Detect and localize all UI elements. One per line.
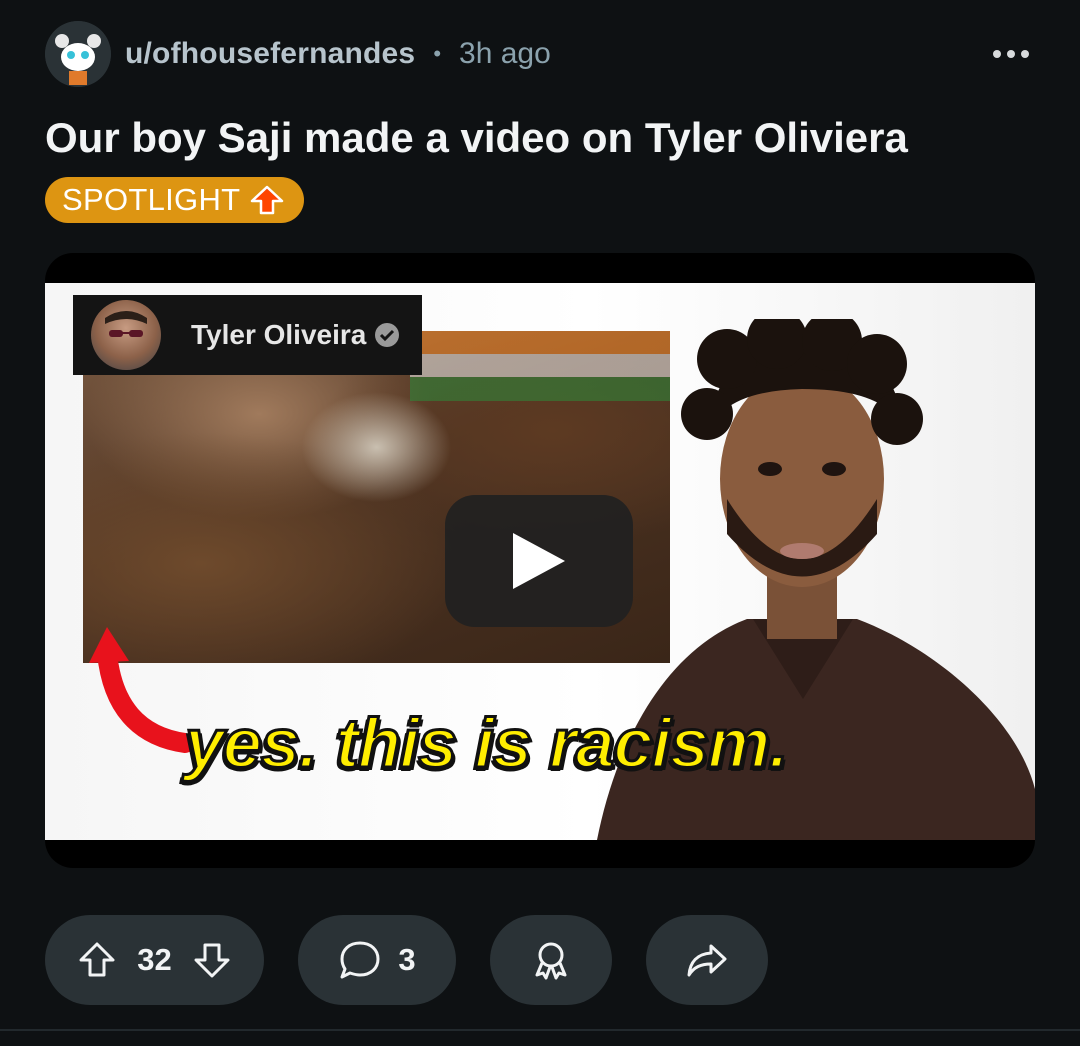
post-timestamp: 3h ago	[459, 37, 551, 70]
flair-label: SPOTLIGHT	[62, 182, 241, 217]
video-embed[interactable]: Tyler Oliveira yes. this is racism.	[45, 253, 1035, 868]
action-bar: 32 3	[45, 915, 768, 1005]
more-options-button[interactable]	[987, 34, 1035, 74]
award-icon	[535, 942, 567, 980]
meta-separator: •	[433, 41, 442, 66]
channel-chip: Tyler Oliveira	[73, 295, 422, 375]
post-header: u/ofhousefernandes • 3h ago	[45, 21, 1035, 87]
comment-count: 3	[398, 942, 416, 977]
vote-control: 32	[45, 915, 264, 1005]
play-icon	[513, 533, 565, 589]
share-button[interactable]	[646, 915, 768, 1005]
vote-count: 32	[137, 942, 172, 977]
verified-check-icon	[375, 323, 400, 347]
upvote-arrow-icon	[251, 185, 284, 215]
channel-avatar	[91, 300, 161, 370]
video-thumbnail[interactable]: Tyler Oliveira yes. this is racism.	[45, 283, 1035, 840]
play-button[interactable]	[445, 495, 633, 627]
share-icon	[687, 944, 727, 977]
downvote-icon	[194, 943, 230, 978]
more-horizontal-icon	[993, 50, 1001, 58]
upvote-icon	[79, 942, 115, 977]
award-button[interactable]	[490, 915, 612, 1005]
thumbnail-caption: yes. this is racism.	[184, 703, 791, 784]
post-flair[interactable]: SPOTLIGHT	[45, 177, 305, 223]
comments-button[interactable]: 3	[298, 915, 456, 1005]
channel-name: Tyler Oliveira	[191, 319, 367, 350]
post-title[interactable]: Our boy Saji made a video on Tyler Olivi…	[45, 112, 1035, 164]
comment-icon	[340, 941, 380, 979]
author-name[interactable]: u/ofhousefernandes	[125, 37, 415, 71]
author-avatar[interactable]	[45, 21, 111, 87]
red-arrow-graphic	[89, 627, 195, 753]
downvote-button[interactable]	[192, 940, 232, 980]
upvote-button[interactable]	[77, 940, 117, 980]
post-divider	[0, 1029, 1080, 1031]
snoo-avatar-icon	[45, 21, 111, 87]
